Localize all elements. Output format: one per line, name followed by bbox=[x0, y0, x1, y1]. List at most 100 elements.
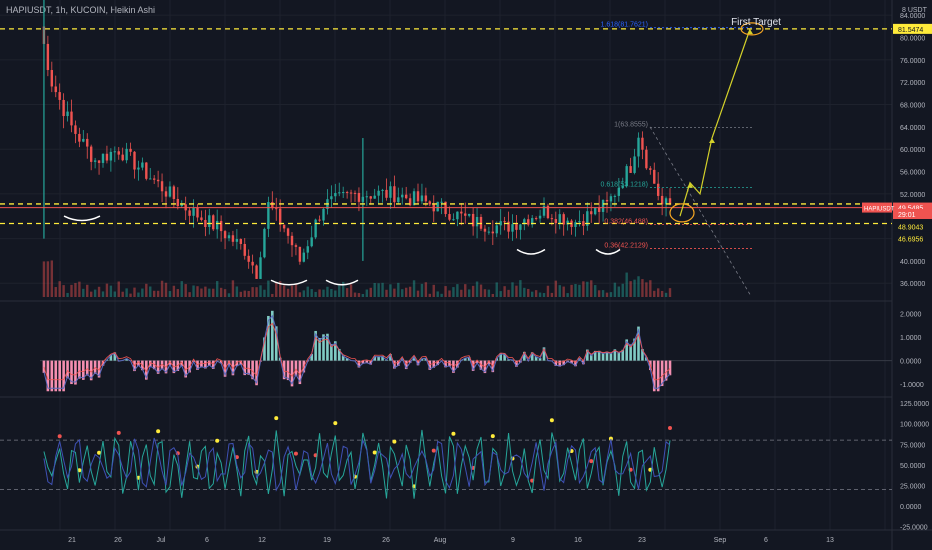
candle-body bbox=[208, 215, 211, 227]
volume-bar bbox=[70, 284, 73, 297]
price-badge-label: 48.9043 bbox=[898, 224, 923, 231]
candle-body bbox=[322, 208, 325, 221]
candle-body bbox=[653, 169, 656, 184]
signal-dot bbox=[116, 430, 121, 435]
volume-bar bbox=[373, 282, 376, 297]
oscillator-tick-label: -25.0000 bbox=[900, 525, 928, 532]
price-badge-label: 81.5474 bbox=[898, 27, 923, 34]
volume-bar bbox=[578, 284, 581, 297]
candle-body bbox=[412, 191, 416, 206]
candle-body bbox=[365, 196, 369, 198]
time-axis-label: 16 bbox=[574, 537, 582, 544]
volume-bar bbox=[668, 288, 672, 297]
candle-body bbox=[341, 192, 345, 194]
volume-bar bbox=[527, 288, 530, 297]
volume-bar bbox=[625, 272, 628, 297]
candle-body bbox=[298, 246, 302, 262]
candle-body bbox=[78, 133, 81, 142]
volume-bar bbox=[290, 285, 294, 297]
volume-bar bbox=[389, 284, 392, 297]
volume-bar bbox=[353, 292, 357, 297]
candle-body bbox=[452, 219, 455, 221]
volume-bar bbox=[432, 284, 435, 297]
candle-body bbox=[515, 224, 518, 230]
candle-body bbox=[70, 111, 73, 126]
candle-body bbox=[467, 213, 471, 216]
candle-body bbox=[215, 220, 219, 230]
volume-bar bbox=[460, 289, 463, 297]
macd-histogram-bar bbox=[78, 360, 81, 379]
volume-bar bbox=[318, 289, 321, 297]
candle-body bbox=[428, 201, 432, 205]
volume-bar bbox=[286, 288, 290, 297]
volume-bar bbox=[369, 287, 372, 297]
candle-body bbox=[160, 181, 164, 192]
candle-body bbox=[188, 210, 191, 216]
volume-bar bbox=[593, 285, 597, 297]
candle-body bbox=[464, 213, 467, 216]
volume-bar bbox=[117, 281, 120, 297]
volume-bar bbox=[219, 287, 223, 297]
volume-bar bbox=[633, 279, 636, 297]
volume-bar bbox=[412, 280, 416, 297]
volume-bar bbox=[491, 293, 495, 297]
volume-bar bbox=[314, 291, 317, 297]
volume-bar bbox=[200, 288, 203, 297]
price-tick-label: 60.0000 bbox=[900, 147, 925, 154]
volume-bar bbox=[408, 286, 412, 297]
volume-bar bbox=[570, 284, 573, 297]
candle-body bbox=[267, 202, 270, 229]
candle-body bbox=[263, 228, 266, 258]
volume-bar bbox=[361, 293, 365, 297]
volume-bar bbox=[464, 284, 467, 297]
candle-body bbox=[436, 201, 439, 212]
candle-body bbox=[286, 228, 290, 236]
candle-body bbox=[117, 151, 120, 155]
volume-bar bbox=[82, 288, 85, 297]
oscillator-tick-label: 100.0000 bbox=[900, 422, 929, 429]
volume-bar bbox=[436, 291, 439, 297]
candle-body bbox=[601, 199, 605, 212]
candle-body bbox=[66, 111, 69, 117]
volume-bar bbox=[562, 286, 565, 297]
volume-bar bbox=[74, 283, 77, 297]
candle-body bbox=[306, 246, 309, 253]
volume-bar bbox=[365, 289, 369, 297]
volume-bar bbox=[223, 289, 227, 297]
volume-bar bbox=[558, 285, 561, 297]
volume-bar bbox=[617, 286, 621, 297]
volume-bar bbox=[152, 290, 156, 297]
candle-body bbox=[660, 195, 664, 205]
candle-body bbox=[101, 153, 105, 163]
candle-body bbox=[491, 231, 495, 234]
signal-dot bbox=[490, 434, 495, 439]
time-axis-label: 6 bbox=[764, 537, 768, 544]
volume-bar bbox=[239, 291, 243, 297]
volume-bar bbox=[499, 291, 502, 297]
volume-bar bbox=[247, 290, 250, 297]
candle-body bbox=[649, 168, 652, 170]
signal-dot bbox=[333, 421, 338, 426]
time-axis-label: 9 bbox=[511, 537, 515, 544]
price-chart[interactable]: 1.618(81.7621) 1(63.8555) 0.618(53.1218) 0.… bbox=[0, 0, 932, 550]
volume-bar bbox=[267, 280, 270, 297]
volume-bar bbox=[467, 289, 471, 297]
candle-body bbox=[338, 192, 341, 194]
first-target-label: First Target bbox=[731, 17, 781, 28]
candle-body bbox=[404, 194, 408, 199]
fib-level-label: 0.36(42.2129) bbox=[604, 243, 648, 250]
candle-body bbox=[125, 148, 128, 161]
candle-body bbox=[58, 92, 61, 100]
volume-bar bbox=[397, 282, 400, 297]
volume-bar bbox=[105, 283, 109, 297]
candle-body bbox=[282, 224, 286, 229]
volume-bar bbox=[306, 286, 309, 297]
volume-bar bbox=[125, 288, 128, 297]
candle-body bbox=[345, 192, 349, 194]
candle-body bbox=[534, 218, 538, 220]
candle-body bbox=[613, 195, 617, 197]
candle-body bbox=[377, 190, 380, 196]
volume-bar bbox=[149, 286, 152, 297]
volume-bar bbox=[231, 280, 235, 297]
candle-body bbox=[503, 221, 506, 223]
